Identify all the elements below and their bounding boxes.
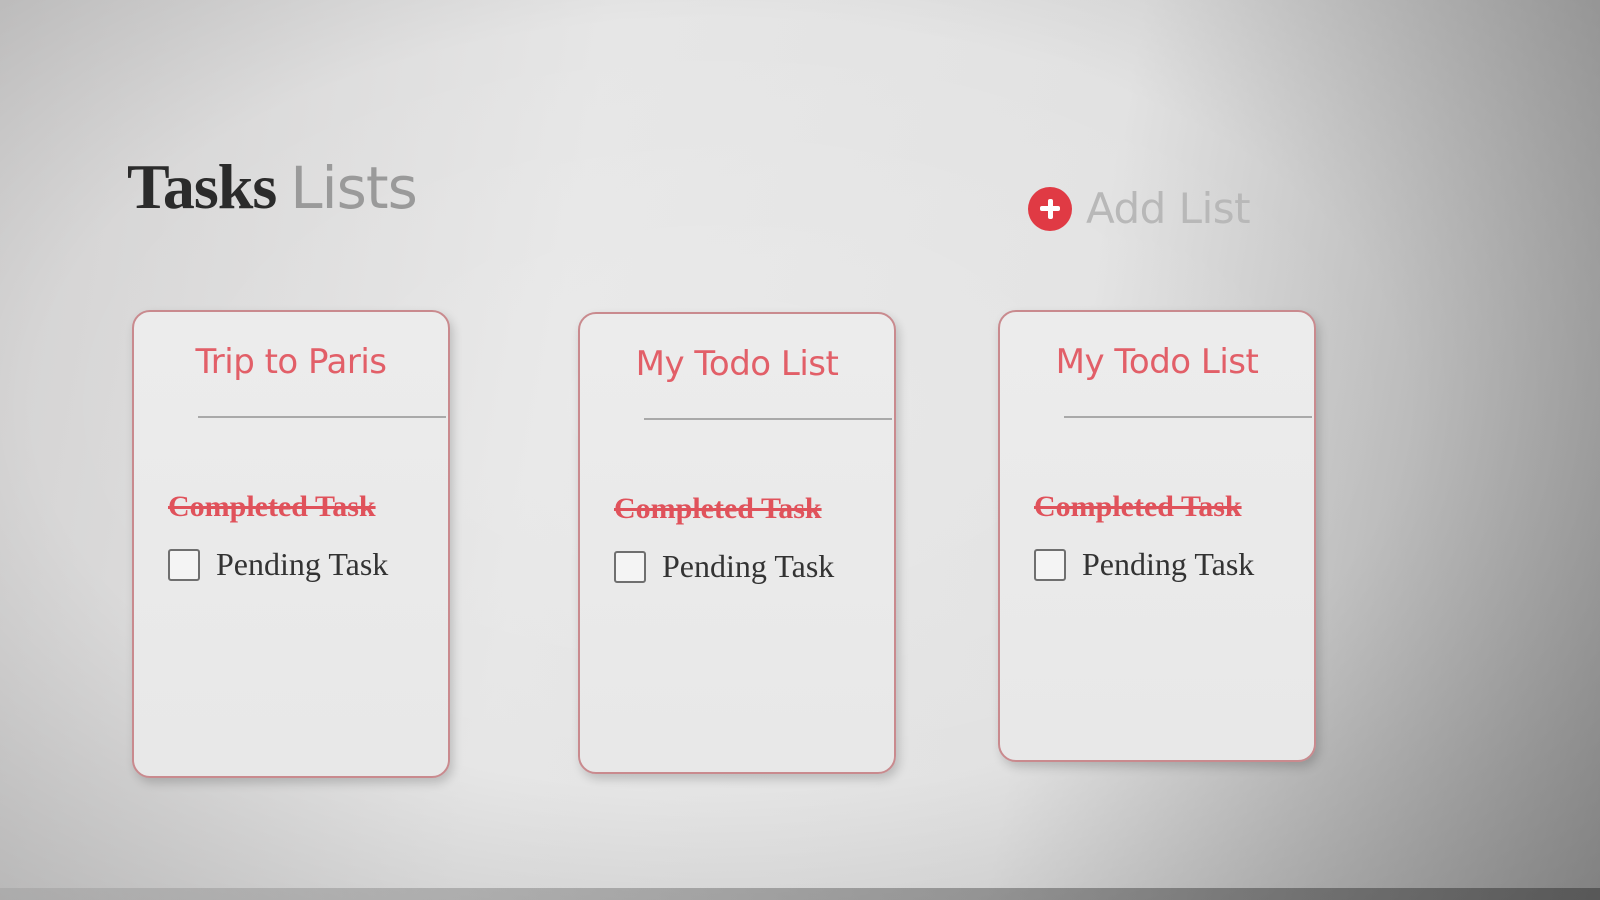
pending-task[interactable]: Pending Task xyxy=(614,548,894,585)
monitor-bezel-edge xyxy=(0,888,1600,900)
task-checkbox[interactable] xyxy=(614,550,646,583)
pending-task-label[interactable]: Pending Task xyxy=(1082,546,1254,583)
list-title[interactable]: My Todo List xyxy=(1000,342,1314,382)
pending-task-label[interactable]: Pending Task xyxy=(216,546,388,583)
title-divider xyxy=(1064,416,1312,418)
list-title[interactable]: My Todo List xyxy=(580,344,894,384)
pending-task-label[interactable]: Pending Task xyxy=(662,548,834,585)
task-list-card: Trip to Paris Completed Task Pending Tas… xyxy=(132,310,450,778)
completed-task[interactable]: Completed Task xyxy=(168,490,448,524)
task-list-card: My Todo List Completed Task Pending Task xyxy=(578,312,896,774)
page-title-bold: Tasks xyxy=(127,151,277,222)
completed-task[interactable]: Completed Task xyxy=(1034,490,1314,524)
task-checkbox[interactable] xyxy=(168,548,200,581)
pending-task[interactable]: Pending Task xyxy=(168,546,448,583)
task-checkbox[interactable] xyxy=(1034,548,1066,581)
title-divider xyxy=(198,416,446,418)
list-title[interactable]: Trip to Paris xyxy=(134,342,448,382)
add-list-button[interactable]: Add List xyxy=(1028,184,1251,233)
completed-task[interactable]: Completed Task xyxy=(614,492,894,526)
plus-circle-icon[interactable] xyxy=(1028,186,1072,231)
add-list-label[interactable]: Add List xyxy=(1086,184,1251,233)
page-title: Tasks Lists xyxy=(127,150,418,230)
pending-task[interactable]: Pending Task xyxy=(1034,546,1314,583)
task-list-card: My Todo List Completed Task Pending Task xyxy=(998,310,1316,762)
title-divider xyxy=(644,418,892,420)
page-title-light: Lists xyxy=(290,154,418,222)
